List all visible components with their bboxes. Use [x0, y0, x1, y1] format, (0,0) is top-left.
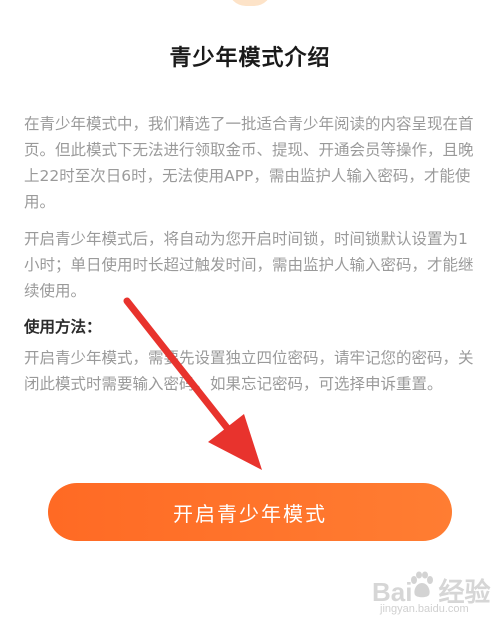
intro-paragraph: 在青少年模式中，我们精选了一批适合青少年阅读的内容呈现在首页。但此模式下无法进行…: [24, 115, 474, 211]
usage-paragraph: 开启青少年模式，需要先设置独立四位密码，请牢记您的密码，关闭此模式时需要输入密码…: [24, 349, 474, 393]
baidu-paw-icon: [411, 571, 433, 598]
enable-teen-mode-button[interactable]: 开启青少年模式: [48, 483, 452, 541]
watermark-url: jingyan.baidu.com: [380, 603, 469, 615]
top-accent-shape: [228, 0, 272, 6]
time-lock-paragraph: 开启青少年模式后，将自动为您开启时间锁，时间锁默认设置为1小时；单日使用时长超过…: [24, 230, 474, 300]
usage-heading: 使用方法：: [24, 318, 102, 336]
page-title: 青少年模式介绍: [169, 46, 331, 71]
